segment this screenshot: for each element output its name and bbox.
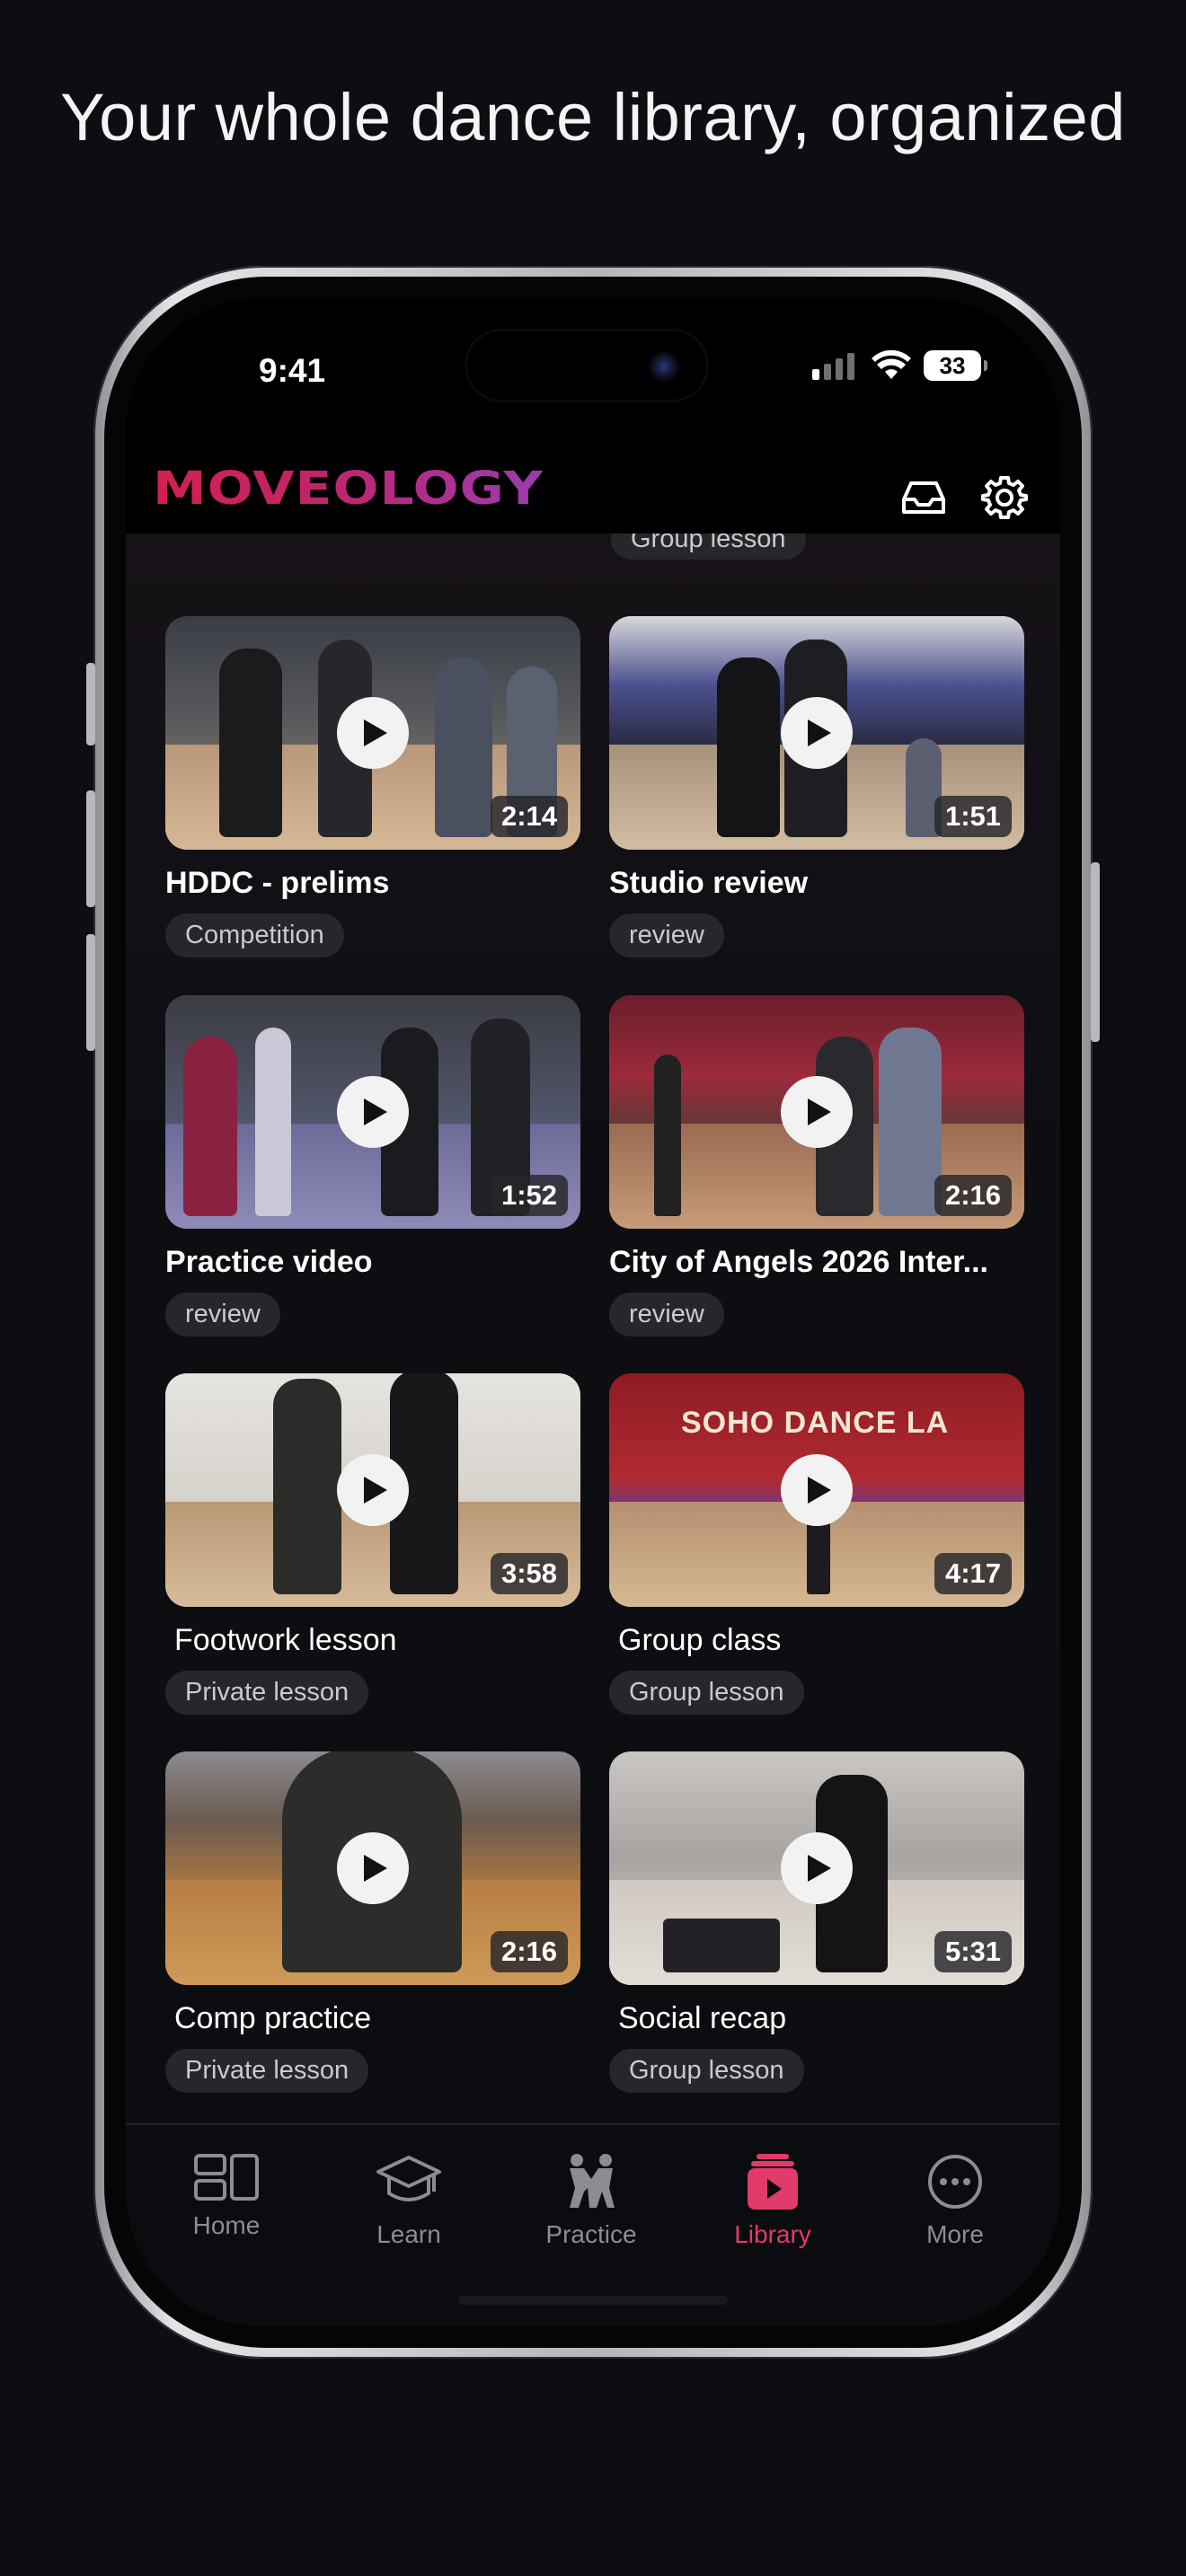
tab-more[interactable]: More [865,2152,1045,2249]
inbox-icon[interactable] [898,472,949,523]
video-title: HDDC - prelims [165,866,390,900]
tab-library[interactable]: Library [683,2152,863,2249]
cellular-signal-icon [812,353,854,380]
wifi-icon [872,350,911,379]
play-icon [364,719,387,746]
video-thumbnail[interactable]: 1:52 [165,995,580,1229]
tab-home[interactable]: Home [137,2152,316,2240]
video-tag[interactable]: Private lesson [165,1671,369,1715]
tab-label: Library [734,2220,811,2248]
play-button[interactable] [781,697,853,769]
tab-label: Practice [545,2220,637,2248]
video-thumbnail[interactable]: 2:16 [609,995,1024,1229]
library-grid: Group lesson 2:14 HDDC - prelims Competi… [126,534,1060,2123]
video-card[interactable]: 2:16 Comp practice Private lesson [165,1751,580,2093]
video-card[interactable]: 1:51 Studio review review [609,616,1024,957]
play-icon [364,1855,387,1882]
camera-icon [649,351,679,382]
video-title: Social recap [618,2001,787,2035]
tab-learn[interactable]: Learn [319,2152,499,2249]
video-thumbnail[interactable]: 2:14 [165,616,580,850]
play-button[interactable] [337,1832,409,1904]
video-tag[interactable]: Private lesson [165,2049,369,2093]
play-icon [364,1098,387,1125]
tab-label: Learn [376,2220,441,2248]
dancing-couple-icon [570,2154,615,2208]
play-icon [808,1098,831,1125]
video-tag[interactable]: review [609,1292,724,1337]
video-tag[interactable]: Group lesson [609,2049,804,2093]
more-ellipsis-icon [928,2155,982,2209]
play-button[interactable] [781,1832,853,1904]
video-card[interactable]: 2:14 HDDC - prelims Competition [165,616,580,957]
video-tag[interactable]: Group lesson [609,1671,804,1715]
play-button[interactable] [781,1076,853,1148]
power-button [1091,862,1100,1042]
action-button [86,663,95,745]
video-thumbnail[interactable]: 3:58 [165,1373,580,1607]
video-card[interactable]: 3:58 Footwork lesson Private lesson [165,1373,580,1715]
volume-down-button [86,934,95,1051]
play-button[interactable] [337,1076,409,1148]
video-title: Studio review [609,866,809,900]
settings-gear-icon[interactable] [979,472,1030,523]
battery-indicator: 33 [924,350,987,381]
category-tag[interactable]: Group lesson [611,534,806,560]
video-card[interactable]: 5:31 Social recap Group lesson [609,1751,1024,2093]
play-icon [808,1855,831,1882]
tab-label: Home [192,2211,261,2239]
video-tag[interactable]: Competition [165,913,344,957]
status-time: 9:41 [259,352,326,389]
home-indicator [458,2296,728,2305]
video-library-icon [748,2154,798,2210]
video-thumbnail[interactable]: 2:16 [165,1751,580,1985]
play-button[interactable] [337,1454,409,1526]
video-title: Practice video [165,1245,373,1279]
play-icon [808,1477,831,1504]
tab-label: More [926,2220,984,2248]
video-duration: 4:17 [934,1553,1012,1594]
video-duration: 3:58 [490,1553,568,1594]
play-button[interactable] [781,1454,853,1526]
video-card[interactable]: 2:16 City of Angels 2026 Inter... review [609,995,1024,1337]
video-thumbnail[interactable]: SOHO DANCE LA 4:17 [609,1373,1024,1607]
app-header: MOVEOLOGY [126,442,1060,541]
video-card[interactable]: 1:52 Practice video review [165,995,580,1337]
video-duration: 2:16 [490,1931,568,1972]
video-thumbnail[interactable]: 1:51 [609,616,1024,850]
play-button[interactable] [337,697,409,769]
video-duration: 1:51 [934,796,1012,837]
graduation-cap-icon [376,2156,441,2201]
wall-sign: SOHO DANCE LA [681,1406,950,1440]
video-title: Footwork lesson [174,1623,397,1657]
phone-screen: 9:41 33 MOVEOLOGY Group lesson 2:14 HDDC… [126,298,1060,2326]
home-layout-icon [194,2154,259,2201]
video-duration: 2:14 [490,796,568,837]
play-icon [808,719,831,746]
video-duration: 5:31 [934,1931,1012,1972]
video-tag[interactable]: review [609,913,724,957]
tab-practice[interactable]: Practice [501,2152,681,2249]
page-headline: Your whole dance library, organized [60,80,1126,154]
video-title: Comp practice [174,2001,372,2035]
video-card[interactable]: SOHO DANCE LA 4:17 Group class Group les… [609,1373,1024,1715]
play-icon [364,1477,387,1504]
video-thumbnail[interactable]: 5:31 [609,1751,1024,1985]
video-title: City of Angels 2026 Inter... [609,1245,988,1279]
volume-up-button [86,790,95,907]
app-logo: MOVEOLOGY [153,462,544,516]
video-duration: 1:52 [490,1175,568,1216]
video-title: Group class [618,1623,782,1657]
video-tag[interactable]: review [165,1292,280,1337]
status-icons: 33 [812,350,987,381]
video-duration: 2:16 [934,1175,1012,1216]
